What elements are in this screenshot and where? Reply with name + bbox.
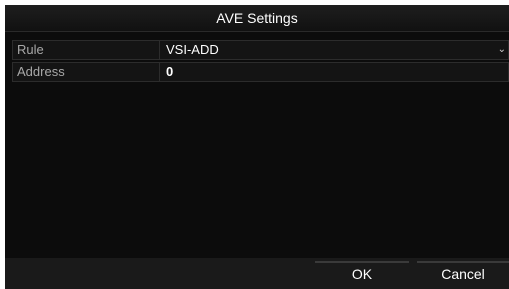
dialog-footer: OK Cancel xyxy=(5,258,509,289)
rule-label: Rule xyxy=(13,41,160,59)
rule-select[interactable]: VSI-ADD xyxy=(166,41,219,59)
dialog-panel: AVE Settings Rule VSI-ADD ⌄ Address 0 OK… xyxy=(5,5,509,289)
ok-button[interactable]: OK xyxy=(315,258,409,289)
cancel-button[interactable]: Cancel xyxy=(417,258,509,289)
rule-row: Rule VSI-ADD ⌄ xyxy=(12,40,509,60)
dialog-title: AVE Settings xyxy=(5,5,509,32)
chevron-down-icon[interactable]: ⌄ xyxy=(498,41,506,59)
address-label: Address xyxy=(13,63,160,81)
address-input[interactable]: 0 xyxy=(166,63,173,81)
address-row: Address 0 xyxy=(12,62,509,82)
ave-settings-dialog: AVE Settings Rule VSI-ADD ⌄ Address 0 OK… xyxy=(0,0,509,289)
